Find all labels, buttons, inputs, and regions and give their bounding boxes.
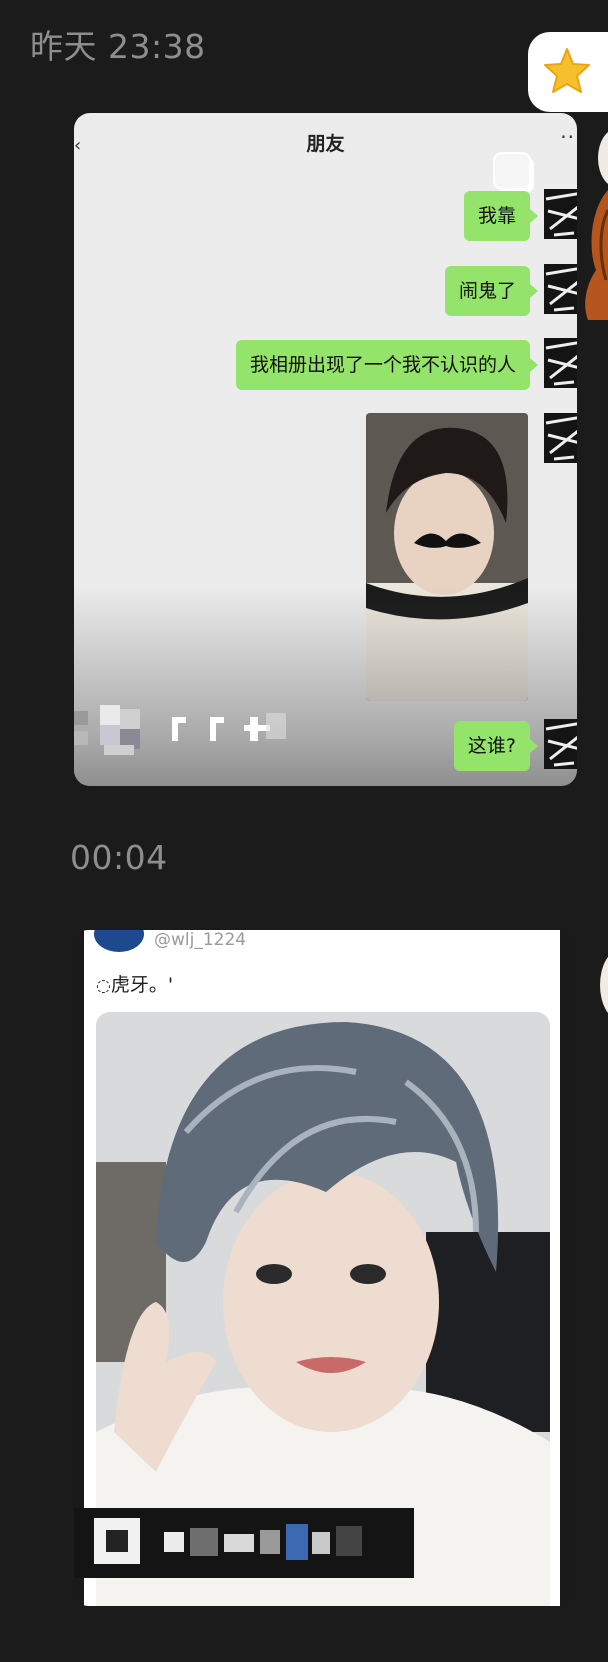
avatar-hair-icon: [580, 190, 608, 320]
sender-avatar: [544, 719, 577, 769]
blurred-sender-info: [74, 703, 304, 759]
post-handle: @wlj_1224: [154, 930, 247, 950]
message-bubble: 我相册出现了一个我不认识的人: [235, 340, 539, 390]
timestamp: 昨天 23:38: [30, 27, 206, 66]
sender-avatar: [544, 338, 577, 388]
select-checkbox[interactable]: [492, 968, 530, 1006]
avatar[interactable]: [598, 128, 608, 188]
star-icon: [544, 48, 590, 93]
chat-log-page: 昨天 23:38 ‹ 朋友 ·· 我靠 闹鬼了 我相册出现了一个我不认识的人 这…: [0, 0, 608, 1662]
message-bubble: 这谁?: [453, 721, 539, 771]
sticker-bubble[interactable]: [528, 32, 608, 112]
select-checkbox[interactable]: [493, 152, 531, 190]
sender-avatar: [544, 264, 577, 314]
post-caption-text: 虎牙。': [110, 974, 174, 996]
avatar[interactable]: [600, 950, 608, 1020]
message-bubble: 我靠: [463, 191, 539, 241]
photo-message[interactable]: [366, 413, 528, 701]
blurred-overlay: [74, 1508, 414, 1578]
message-bubble: 闹鬼了: [444, 266, 539, 316]
sender-avatar: [544, 189, 577, 239]
post-screenshot-card[interactable]: @wlj_1224 ◌虎牙。': [74, 930, 574, 1606]
more-icon: ··: [560, 125, 575, 149]
timestamp: 00:04: [70, 838, 168, 877]
post-caption: ◌虎牙。': [96, 970, 173, 997]
sender-avatar: [544, 413, 577, 463]
dizzy-emoji-icon: ◌: [96, 976, 111, 996]
chat-screenshot-card[interactable]: ‹ 朋友 ·· 我靠 闹鬼了 我相册出现了一个我不认识的人 这谁?: [74, 113, 577, 786]
